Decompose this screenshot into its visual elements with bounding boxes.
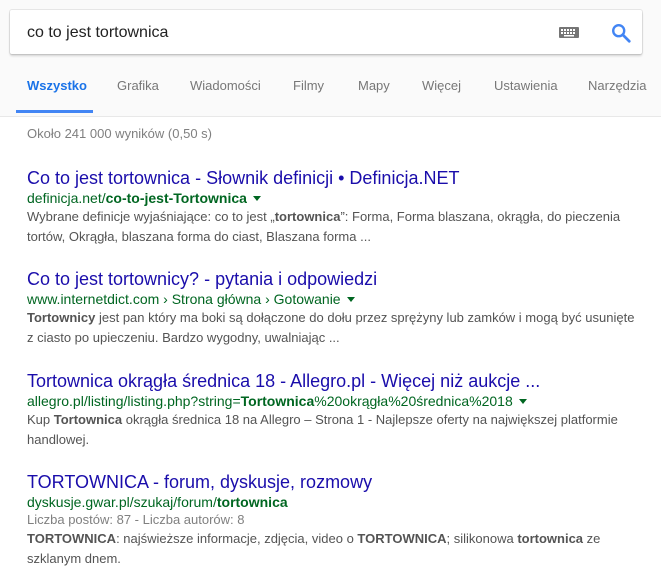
result-stats: Około 241 000 wyników (0,50 s) <box>27 126 212 141</box>
result-snippet: Kup Tortownica okrągła średnica 18 na Al… <box>27 412 618 447</box>
tab-maps[interactable]: Mapy <box>358 78 390 93</box>
dropdown-caret-icon[interactable] <box>346 296 355 302</box>
tab-more[interactable]: Więcej <box>422 78 461 93</box>
search-result: Co to jest tortownica - Słownik definicj… <box>27 167 647 247</box>
result-snippet: TORTOWNICA: najświeższe informacje, zdję… <box>27 531 601 566</box>
result-snippet: Wybrane definicje wyjaśniające: co to je… <box>27 209 621 244</box>
result-url[interactable]: definicja.net/co-to-jest-Tortownica <box>27 189 647 207</box>
search-result: Tortownica okrągła średnica 18 - Allegro… <box>27 370 647 450</box>
keyboard-icon[interactable] <box>559 27 579 38</box>
tab-videos[interactable]: Filmy <box>293 78 324 93</box>
tab-images[interactable]: Grafika <box>117 78 159 93</box>
search-input[interactable]: co to jest tortownica <box>27 24 168 42</box>
tab-tools[interactable]: Narzędzia <box>588 78 647 93</box>
result-title-link[interactable]: Tortownica okrągła średnica 18 - Allegro… <box>27 370 647 392</box>
search-tabs: Wszystko Grafika Wiadomości Filmy Mapy W… <box>0 64 661 114</box>
search-result: Co to jest tortownicy? - pytania i odpow… <box>27 268 647 348</box>
tab-all[interactable]: Wszystko <box>27 78 87 93</box>
result-snippet: Tortownicy jest pan który ma boki są doł… <box>27 310 635 345</box>
search-header: co to jest tortownica Wszystko Grafika W… <box>0 0 661 117</box>
tab-settings[interactable]: Ustawienia <box>494 78 558 93</box>
result-url[interactable]: dyskusje.gwar.pl/szukaj/forum/tortownica <box>27 493 647 511</box>
result-title-link[interactable]: TORTOWNICA - forum, dyskusje, rozmowy <box>27 471 647 493</box>
search-result: TORTOWNICA - forum, dyskusje, rozmowy dy… <box>27 471 647 569</box>
result-title-link[interactable]: Co to jest tortownica - Słownik definicj… <box>27 167 647 189</box>
result-title-link[interactable]: Co to jest tortownicy? - pytania i odpow… <box>27 268 647 290</box>
result-url[interactable]: www.internetdict.com › Strona główna › G… <box>27 290 647 308</box>
search-box[interactable]: co to jest tortownica <box>10 10 642 54</box>
search-icon[interactable] <box>610 22 632 44</box>
result-url[interactable]: allegro.pl/listing/listing.php?string=To… <box>27 392 647 410</box>
dropdown-caret-icon[interactable] <box>252 195 261 201</box>
tab-news[interactable]: Wiadomości <box>190 78 261 93</box>
result-forum-meta: Liczba postów: 87 - Liczba autorów: 8 <box>27 512 245 527</box>
dropdown-caret-icon[interactable] <box>518 398 527 404</box>
active-tab-indicator <box>16 110 93 113</box>
